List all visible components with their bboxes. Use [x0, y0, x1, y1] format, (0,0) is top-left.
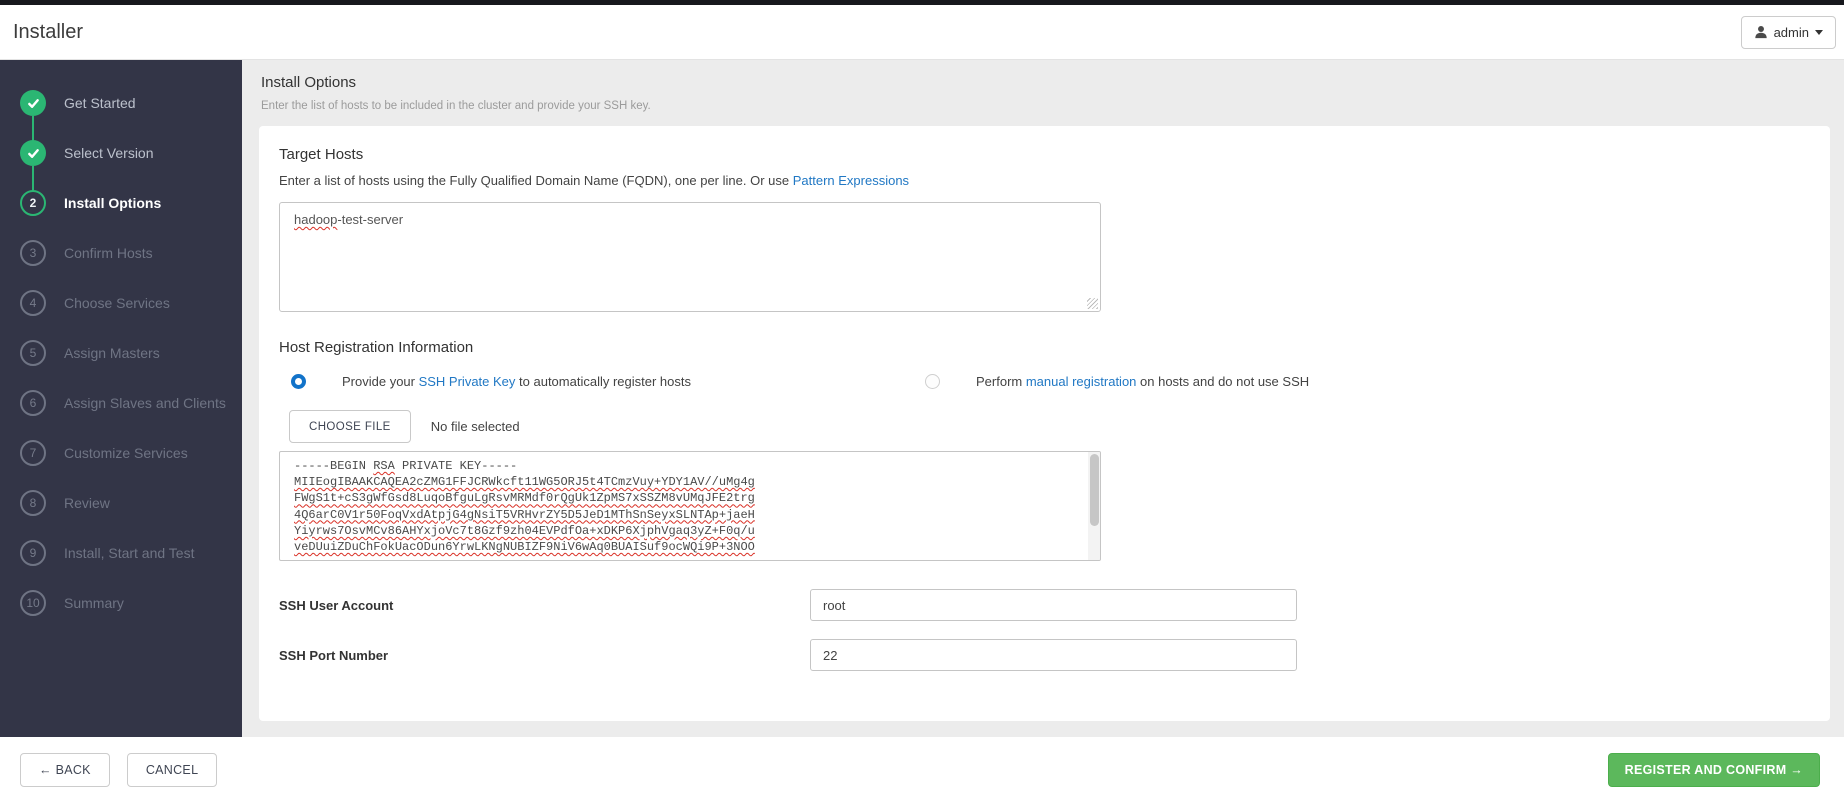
sidebar-item-confirm-hosts: 3 Confirm Hosts — [0, 228, 242, 278]
choose-file-button[interactable]: CHOOSE FILE — [289, 410, 411, 443]
step-number-circle: 4 — [20, 290, 46, 316]
ssh-key-line: FWgS1t+cS3gWfGsd8LuqoBfguLgRsvMRMdf0rQgU… — [294, 491, 755, 506]
step-number-circle: 2 — [20, 190, 46, 216]
ssh-key-line: Yiyrws7OsvMCv86AHYxjoVc7t8Gzf9zh04EVPdfO… — [294, 523, 755, 538]
step-number-circle: 6 — [20, 390, 46, 416]
sidebar-item-install-options: 2 Install Options — [0, 178, 242, 228]
user-menu-label: admin — [1773, 24, 1809, 40]
sidebar-item-assign-masters: 5 Assign Masters — [0, 328, 242, 378]
step-number-circle: 5 — [20, 340, 46, 366]
target-hosts-textarea[interactable]: hadoop-test-server — [279, 202, 1101, 312]
manual-registration-link[interactable]: manual registration — [1026, 374, 1137, 389]
ssh-key-radio[interactable] — [291, 374, 306, 389]
ssh-port-input[interactable] — [810, 639, 1297, 671]
sidebar-item-assign-slaves-and-clients: 6 Assign Slaves and Clients — [0, 378, 242, 428]
wizard-footer: ← BACK CANCEL REGISTER AND CONFIRM → — [0, 737, 1844, 803]
step-done-circle — [20, 140, 46, 166]
target-hosts-description-text: Enter a list of hosts using the Fully Qu… — [279, 173, 793, 188]
sidebar-item-label: Confirm Hosts — [64, 245, 153, 261]
check-icon — [27, 98, 39, 108]
target-hosts-heading: Target Hosts — [279, 146, 364, 163]
sidebar-item-label: Install Options — [64, 195, 162, 211]
sidebar-item-label: Install, Start and Test — [64, 545, 195, 561]
ssh-key-option: Provide your SSH Private Key to automati… — [279, 374, 913, 389]
manual-registration-radio[interactable] — [925, 374, 940, 389]
sidebar-item-label: Customize Services — [64, 445, 188, 461]
option-text: on hosts and do not use SSH — [1136, 374, 1310, 389]
sidebar-item-install-start-and-test: 9 Install, Start and Test — [0, 528, 242, 578]
target-hosts-description: Enter a list of hosts using the Fully Qu… — [279, 173, 1810, 188]
ssh-key-line: -----BEGIN RSA PRIVATE KEY----- — [294, 458, 1074, 474]
sidebar-item-customize-services: 7 Customize Services — [0, 428, 242, 478]
caret-down-icon — [1815, 29, 1823, 35]
sidebar-item-label: Review — [64, 495, 110, 511]
register-and-confirm-button[interactable]: REGISTER AND CONFIRM → — [1607, 753, 1820, 787]
step-done-circle — [20, 90, 46, 116]
sidebar-item-label: Assign Slaves and Clients — [64, 395, 226, 411]
ssh-port-row: SSH Port Number — [279, 639, 1810, 671]
main-content: Install Options Enter the list of hosts … — [242, 60, 1844, 737]
host-registration-heading: Host Registration Information — [279, 339, 474, 356]
back-button[interactable]: ← BACK — [20, 753, 110, 787]
scrollbar-track[interactable] — [1088, 452, 1100, 560]
step-number-circle: 10 — [20, 590, 46, 616]
sidebar-item-label: Summary — [64, 595, 124, 611]
sidebar-item-summary: 10 Summary — [0, 578, 242, 628]
step-number-circle: 7 — [20, 440, 46, 466]
ssh-user-label: SSH User Account — [279, 597, 394, 613]
ssh-port-label: SSH Port Number — [279, 647, 389, 663]
option-text: to automatically register hosts — [515, 374, 691, 389]
ssh-user-input[interactable] — [810, 589, 1297, 621]
step-number-circle: 8 — [20, 490, 46, 516]
sidebar-item-label: Get Started — [64, 95, 136, 111]
pattern-expressions-link[interactable]: Pattern Expressions — [793, 173, 909, 188]
ssh-user-row: SSH User Account — [279, 589, 1810, 621]
ssh-private-key-link[interactable]: SSH Private Key — [419, 374, 516, 389]
sidebar-item-choose-services: 4 Choose Services — [0, 278, 242, 328]
ssh-key-line: 4Q6arC0V1r50FoqVxdAtpjG4gNsiT5VRHvrZY5D5… — [294, 507, 755, 522]
target-hosts-value-rest: -test-server — [337, 212, 404, 227]
sidebar-item-label: Choose Services — [64, 295, 170, 311]
option-text: Provide your — [342, 374, 419, 389]
scrollbar-thumb[interactable] — [1089, 454, 1099, 526]
sidebar-item-label: Assign Masters — [64, 345, 160, 361]
check-icon — [27, 148, 39, 158]
app-header: Installer admin — [0, 5, 1844, 60]
option-text: Perform — [976, 374, 1026, 389]
page-subtitle: Enter the list of hosts to be included i… — [261, 100, 651, 112]
install-options-card: Target Hosts Enter a list of hosts using… — [259, 126, 1830, 721]
ssh-key-file-row: CHOOSE FILE No file selected — [279, 410, 1810, 443]
ssh-key-text: RSA — [373, 459, 395, 473]
ssh-key-line: MIIEogIBAAKCAQEA2cZMG1FFJCRWkcft11WG5ORJ… — [294, 475, 755, 490]
manual-registration-option: Perform manual registration on hosts and… — [913, 374, 1309, 389]
ssh-key-text: -----BEGIN — [294, 459, 374, 473]
wizard-sidebar: Get Started Select Version 2 Install Opt… — [0, 60, 242, 737]
step-number-circle: 9 — [20, 540, 46, 566]
file-status-text: No file selected — [430, 419, 520, 434]
user-menu-button[interactable]: admin — [1740, 15, 1836, 49]
user-icon — [1754, 26, 1767, 39]
ssh-key-textarea[interactable]: -----BEGIN RSA PRIVATE KEY----- MIIEogIB… — [279, 451, 1101, 561]
page-title: Install Options — [261, 74, 357, 91]
ssh-key-option-label: Provide your SSH Private Key to automati… — [342, 374, 691, 389]
manual-registration-option-label: Perform manual registration on hosts and… — [976, 374, 1309, 389]
cancel-button[interactable]: CANCEL — [126, 753, 218, 787]
target-hosts-value: hadoop — [294, 212, 338, 227]
sidebar-item-label: Select Version — [64, 145, 154, 161]
sidebar-item-select-version: Select Version — [0, 128, 242, 191]
registration-options: Provide your SSH Private Key to automati… — [279, 374, 1810, 389]
step-number-circle: 3 — [20, 240, 46, 266]
sidebar-item-review: 8 Review — [0, 478, 242, 528]
sidebar-item-get-started: Get Started — [0, 78, 242, 141]
app-title: Installer — [13, 20, 84, 43]
ssh-key-line: veDUuiZDuChFokUacODun6YrwLKNgNUBIZF9NiV6… — [294, 540, 755, 555]
resize-grip-icon[interactable] — [1087, 298, 1098, 309]
ssh-key-text: PRIVATE KEY----- — [394, 459, 518, 473]
